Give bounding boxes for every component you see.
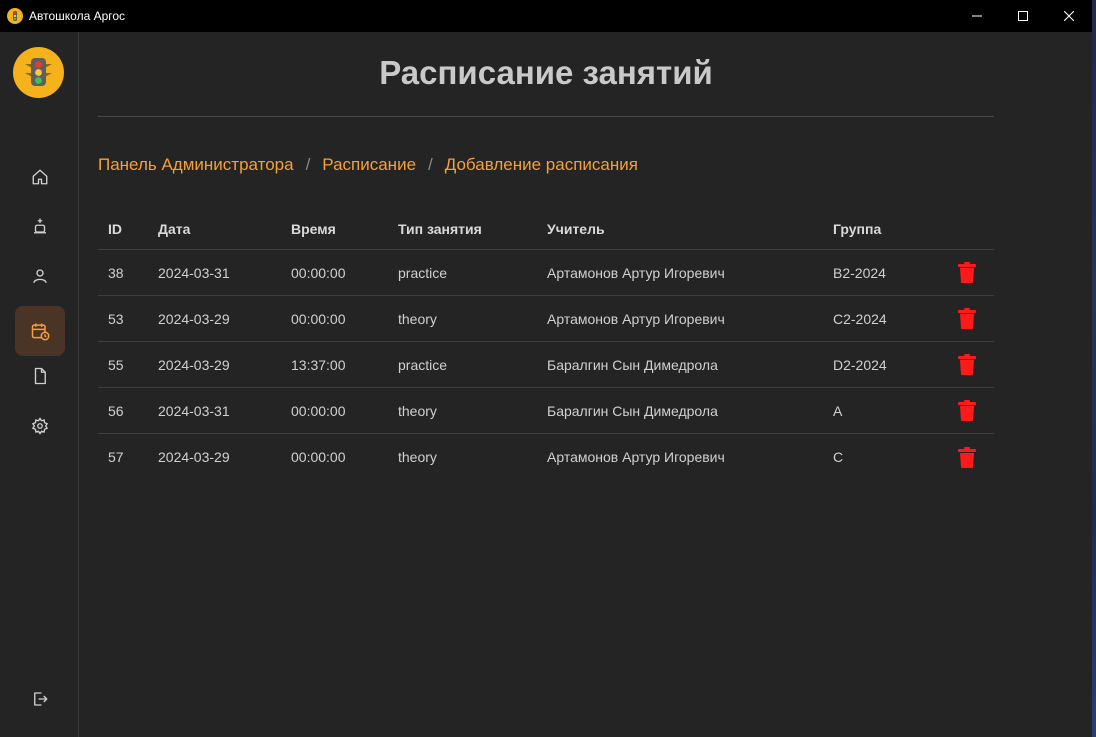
- cell-date: 2024-03-29: [158, 449, 230, 465]
- cell-actions: [940, 398, 994, 424]
- delete-button[interactable]: [955, 444, 979, 470]
- cell-actions: [940, 444, 994, 470]
- cell-type: theory: [398, 402, 437, 419]
- close-button[interactable]: [1046, 0, 1092, 32]
- logout-button[interactable]: [15, 674, 65, 724]
- column-header-time: Время: [291, 220, 336, 237]
- calendar-clock-icon: [31, 323, 50, 341]
- window-title: Автошкола Аргос: [29, 9, 126, 23]
- cell-type: practice: [398, 264, 448, 281]
- cell-type: practice: [398, 356, 448, 373]
- table-row: 56 2024-03-31 00:00:00 theory Баралгин С…: [98, 388, 994, 434]
- desktop-background: [1092, 0, 1096, 737]
- breadcrumb-separator: /: [305, 155, 311, 174]
- cell-group: C: [833, 449, 844, 465]
- minimize-button[interactable]: [954, 0, 1000, 32]
- cell-group: B2-2024: [833, 264, 886, 281]
- trash-icon: [958, 262, 976, 283]
- breadcrumb-admin-panel[interactable]: Панель Администратора: [98, 155, 294, 175]
- cell-date: 2024-03-29: [158, 356, 230, 373]
- breadcrumb-add-schedule[interactable]: Добавление расписания: [445, 155, 638, 175]
- traffic-light-logo-icon: [13, 47, 64, 98]
- cell-teacher: Баралгин Сын Димедрола: [547, 356, 718, 373]
- trash-icon: [958, 308, 976, 329]
- instructor-icon: [34, 218, 46, 234]
- column-header-type: Тип занятия: [398, 220, 482, 237]
- app-window: Автошкола Аргос Расписание занятий Панел…: [0, 0, 1092, 737]
- main-content: Расписание занятий Панель Администратора…: [80, 32, 1092, 737]
- delete-button[interactable]: [955, 352, 979, 378]
- trash-icon: [958, 400, 976, 421]
- cell-teacher: Артамонов Артур Игоревич: [547, 449, 725, 465]
- minimize-icon: [972, 15, 982, 17]
- cell-date: 2024-03-29: [158, 310, 230, 327]
- table-header: ID Дата Время Тип занятия Учитель Группа: [98, 208, 994, 250]
- trash-icon: [958, 354, 976, 375]
- home-icon: [32, 169, 48, 185]
- cell-time: 00:00:00: [291, 402, 346, 419]
- table-row: 55 2024-03-29 13:37:00 practice Баралгин…: [98, 342, 994, 388]
- column-header-group: Группа: [833, 220, 882, 237]
- delete-button[interactable]: [955, 260, 979, 286]
- breadcrumb: Панель Администратора / Расписание / Доб…: [98, 155, 638, 175]
- user-icon: [33, 269, 47, 283]
- document-icon: [34, 367, 46, 385]
- cell-teacher: Баралгин Сын Димедрола: [547, 402, 718, 419]
- cell-actions: [940, 260, 994, 286]
- window-controls: [954, 0, 1092, 32]
- table-row: 57 2024-03-29 00:00:00 theory Артамонов …: [98, 434, 994, 480]
- traffic-light-logo-icon: [7, 8, 23, 24]
- page-title: Расписание занятий: [379, 54, 713, 91]
- cell-teacher: Артамонов Артур Игоревич: [547, 264, 725, 281]
- table-row: 38 2024-03-31 00:00:00 practice Артамоно…: [98, 250, 994, 296]
- cell-group: C2-2024: [833, 310, 887, 327]
- column-header-teacher: Учитель: [547, 220, 605, 237]
- column-header-id: ID: [108, 220, 122, 237]
- cell-id: 57: [108, 449, 124, 465]
- cell-actions: [940, 306, 994, 332]
- cell-id: 38: [108, 264, 124, 281]
- sidebar-item-instructors[interactable]: [15, 201, 65, 251]
- sidebar-item-home[interactable]: [15, 152, 65, 202]
- cell-teacher: Артамонов Артур Игоревич: [547, 310, 725, 327]
- sidebar-item-users[interactable]: [15, 251, 65, 301]
- sidebar-item-settings[interactable]: [15, 401, 65, 451]
- cell-date: 2024-03-31: [158, 402, 230, 419]
- sidebar: [0, 32, 79, 737]
- maximize-button[interactable]: [1000, 0, 1046, 32]
- maximize-icon: [1018, 11, 1028, 21]
- sidebar-item-schedule[interactable]: [15, 306, 65, 356]
- delete-button[interactable]: [955, 398, 979, 424]
- table-row: 53 2024-03-29 00:00:00 theory Артамонов …: [98, 296, 994, 342]
- cell-group: D2-2024: [833, 356, 887, 373]
- breadcrumb-schedule[interactable]: Расписание: [322, 155, 416, 175]
- cell-date: 2024-03-31: [158, 264, 230, 281]
- cell-group: A: [833, 402, 843, 419]
- close-icon: [1064, 11, 1074, 21]
- cell-type: theory: [398, 449, 437, 465]
- cell-time: 13:37:00: [291, 356, 346, 373]
- title-divider: [98, 116, 994, 117]
- cell-id: 56: [108, 402, 124, 419]
- cell-type: theory: [398, 310, 437, 327]
- cell-time: 00:00:00: [291, 310, 346, 327]
- trash-icon: [958, 446, 976, 468]
- title-bar: Автошкола Аргос: [0, 0, 1092, 32]
- cell-id: 55: [108, 356, 124, 373]
- delete-button[interactable]: [955, 306, 979, 332]
- cell-id: 53: [108, 310, 124, 327]
- cell-time: 00:00:00: [291, 264, 346, 281]
- cell-time: 00:00:00: [291, 449, 346, 465]
- breadcrumb-separator: /: [428, 155, 433, 174]
- cell-actions: [940, 352, 994, 378]
- gear-icon: [31, 417, 49, 435]
- logout-icon: [34, 692, 48, 706]
- sidebar-item-documents[interactable]: [15, 351, 65, 401]
- schedule-table: ID Дата Время Тип занятия Учитель Группа…: [98, 208, 994, 480]
- column-header-date: Дата: [158, 220, 191, 237]
